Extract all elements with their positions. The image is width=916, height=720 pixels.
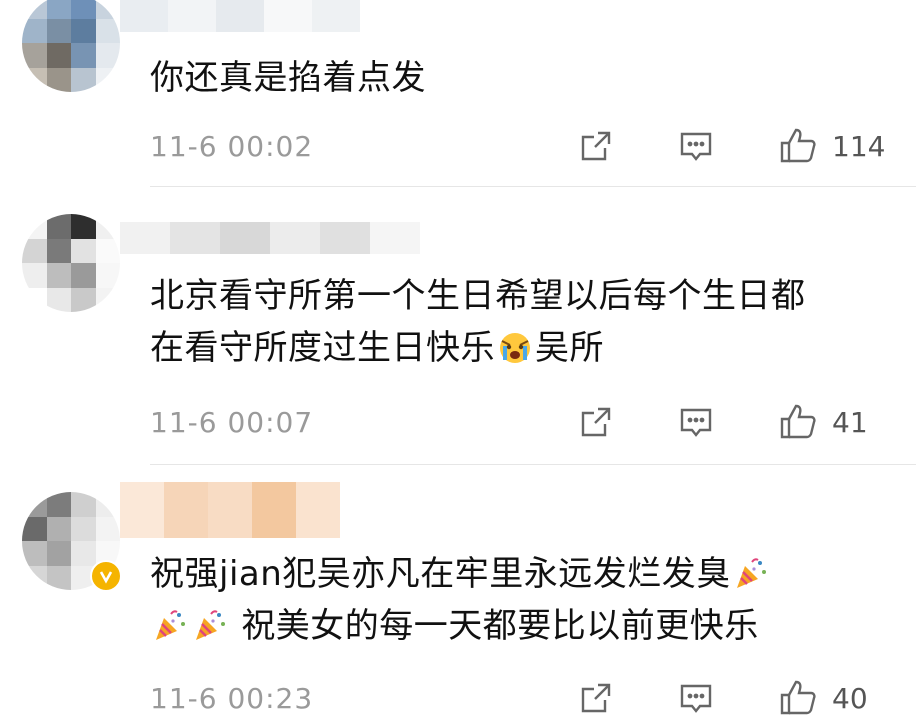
like-count: 114: [832, 129, 886, 163]
avatar[interactable]: [22, 0, 120, 92]
share-button[interactable]: [578, 128, 614, 164]
comment-actions: 40: [578, 678, 886, 718]
like-button[interactable]: 41: [778, 402, 886, 442]
comment-timestamp: 11-6 00:23: [150, 681, 314, 715]
crying-face-emoji: [500, 333, 530, 363]
comment-text-line: 祝强jian犯吴亦凡在牢里永远发烂发臭: [150, 548, 896, 600]
like-count: 41: [832, 405, 868, 439]
username-redacted[interactable]: [120, 0, 360, 32]
comment-icon: [680, 408, 712, 437]
comment-text-line: 北京看守所第一个生日希望以后每个生日都: [150, 276, 806, 316]
comment-icon: [680, 684, 712, 713]
share-button[interactable]: [578, 404, 614, 440]
thumbs-up-icon: [780, 680, 816, 715]
comment-actions: 41: [578, 402, 886, 442]
reply-button[interactable]: [678, 128, 714, 164]
comment-meta: 11-6 00:07 41: [150, 400, 886, 444]
comment-text-line: 你还真是掐着点发: [150, 58, 426, 98]
party-popper-emoji: [156, 610, 185, 640]
username-redacted[interactable]: [120, 222, 420, 254]
share-icon: [581, 407, 611, 437]
avatar[interactable]: [22, 214, 120, 312]
comment-text: 北京看守所第一个生日希望以后每个生日都 在看守所度过生日快乐 吴所: [150, 270, 896, 374]
comment-meta: 11-6 00:23 40: [150, 676, 886, 720]
comment-meta: 11-6 00:02 114: [150, 124, 886, 168]
divider: [150, 464, 916, 465]
like-button[interactable]: 40: [778, 678, 886, 718]
comment-actions: 114: [578, 126, 886, 166]
like-count: 40: [832, 681, 868, 715]
thumbs-up-icon: [780, 404, 816, 439]
comment-timestamp: 11-6 00:07: [150, 405, 314, 439]
like-button[interactable]: 114: [778, 126, 886, 166]
comment-text: 你还真是掐着点发: [150, 52, 896, 104]
comment-text: 祝强jian犯吴亦凡在牢里永远发烂发臭 祝美女的每一天都要比以前更快乐: [150, 548, 896, 652]
reply-button[interactable]: [678, 404, 714, 440]
username-redacted[interactable]: [120, 482, 340, 538]
share-button[interactable]: [578, 680, 614, 716]
share-icon: [581, 131, 611, 161]
party-popper-emoji: [736, 558, 766, 588]
party-popper-emoji: [196, 610, 225, 640]
share-icon: [581, 683, 611, 713]
reply-button[interactable]: [678, 680, 714, 716]
thumbs-up-icon: [780, 128, 816, 163]
verified-badge-icon: [90, 560, 122, 592]
comment-timestamp: 11-6 00:02: [150, 129, 314, 163]
divider: [150, 186, 916, 187]
comment-text-line: 在看守所度过生日快乐 吴所: [150, 328, 604, 368]
comment-icon: [680, 132, 712, 161]
comment-text-line: 祝美女的每一天都要比以前更快乐: [150, 600, 896, 652]
